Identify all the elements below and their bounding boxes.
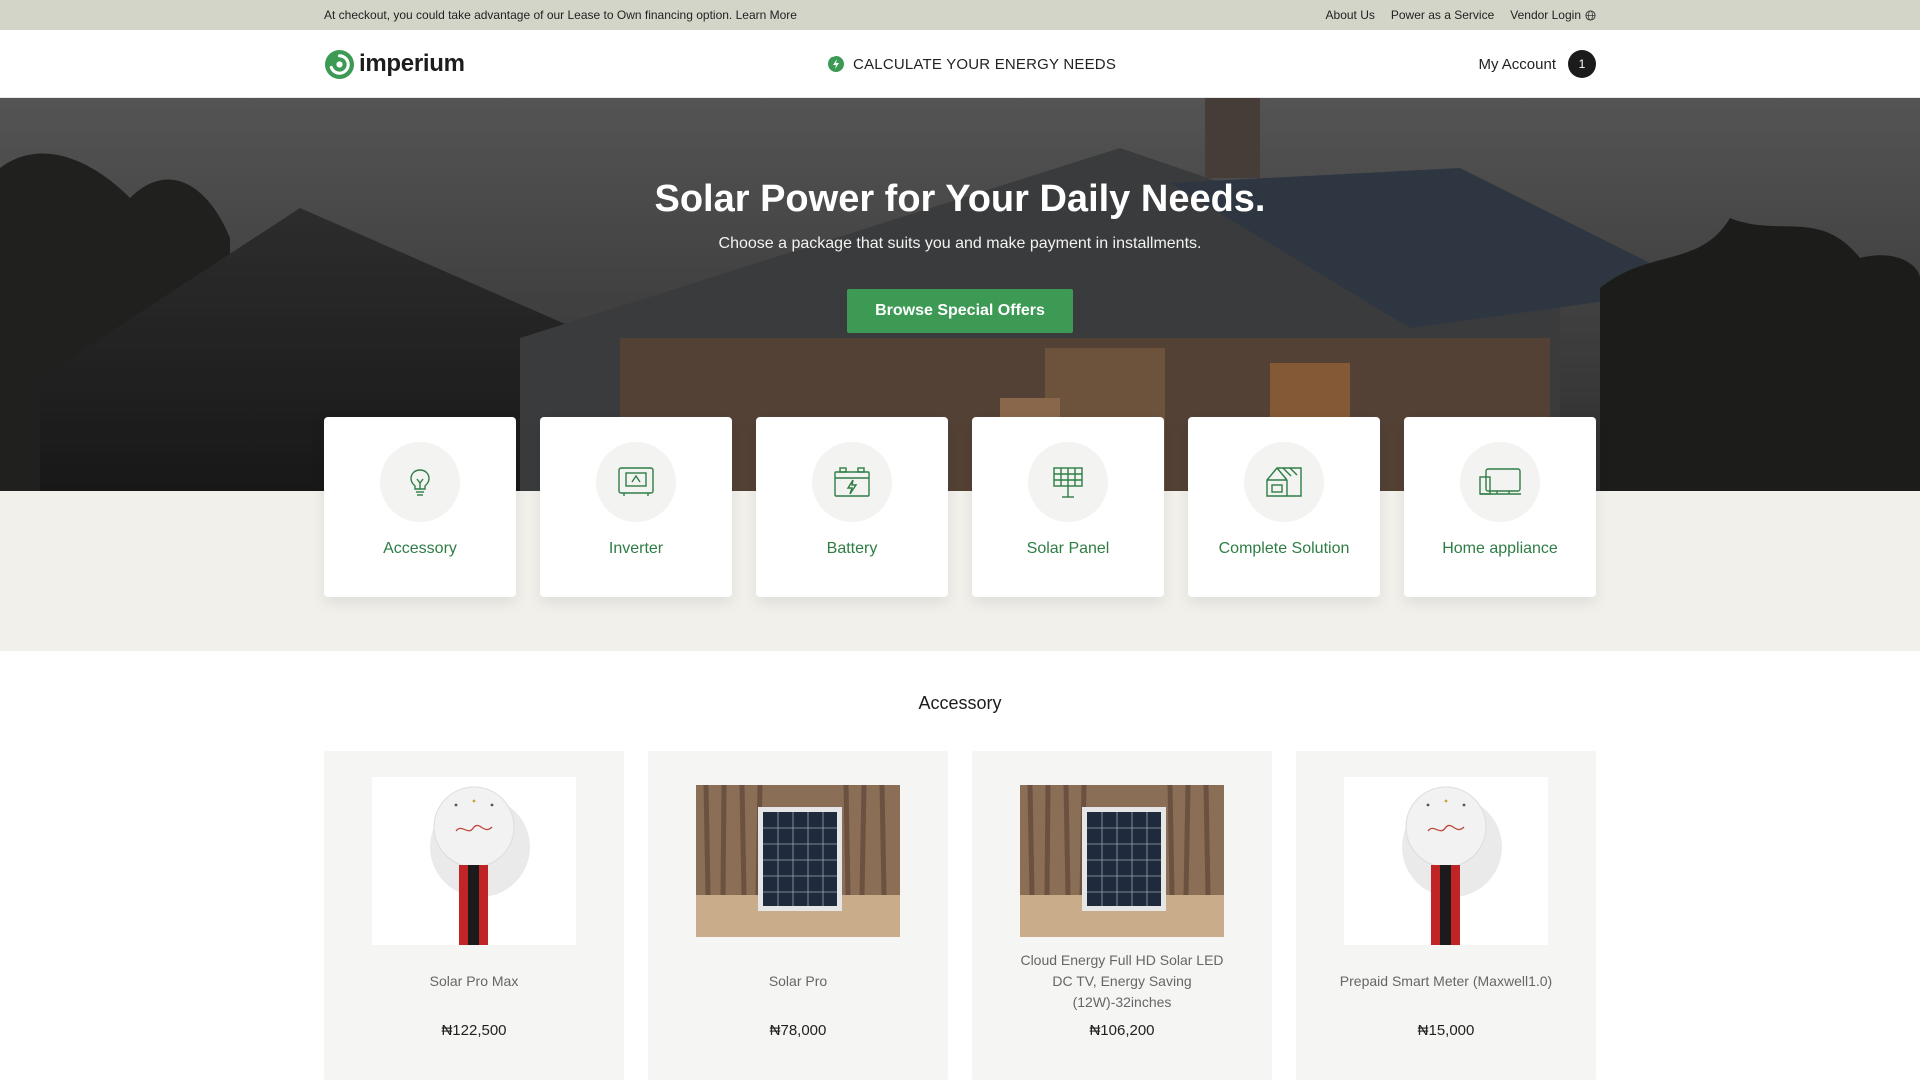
product-image[interactable] xyxy=(372,777,576,945)
logo-mark-icon xyxy=(324,49,355,79)
about-us-link[interactable]: About Us xyxy=(1326,8,1375,22)
product-card[interactable]: Prepaid Smart Meter (Maxwell1.0) ₦15,000 xyxy=(1296,751,1596,1080)
house-solar-icon xyxy=(1266,467,1302,497)
category-icon-circle xyxy=(380,442,460,522)
category-card-complete-solution[interactable]: Complete Solution xyxy=(1188,417,1380,597)
solar-panel-photo xyxy=(1020,785,1224,937)
category-label: Battery xyxy=(826,540,878,557)
site-header: imperium CALCULATE YOUR ENERGY NEEDS My … xyxy=(0,30,1920,98)
product-image[interactable] xyxy=(696,777,900,945)
browse-special-offers-button[interactable]: Browse Special Offers xyxy=(847,289,1073,333)
lightbulb-icon xyxy=(410,469,430,496)
tv-appliance-icon xyxy=(1479,468,1521,495)
account-area: My Account 1 xyxy=(1478,50,1596,78)
category-label: Complete Solution xyxy=(1218,540,1350,557)
product-image[interactable] xyxy=(1344,777,1548,945)
product-price: ₦106,200 xyxy=(1089,1022,1155,1039)
product-card[interactable]: Solar Pro Max ₦122,500 xyxy=(324,751,624,1080)
category-icon-circle xyxy=(1244,442,1324,522)
product-card[interactable]: Solar Pro ₦78,000 xyxy=(648,751,948,1080)
category-card-battery[interactable]: Battery xyxy=(756,417,948,597)
category-card-solar-panel[interactable]: Solar Panel xyxy=(972,417,1164,597)
solar-panel-photo xyxy=(696,785,900,937)
hero-title: Solar Power for Your Daily Needs. xyxy=(654,178,1266,220)
category-label: Home appliance xyxy=(1442,540,1558,557)
product-price: ₦15,000 xyxy=(1417,1022,1475,1039)
category-list: Accessory Inverter Battery Solar Panel C… xyxy=(324,417,1596,597)
product-card[interactable]: Cloud Energy Full HD Solar LED DC TV, En… xyxy=(972,751,1272,1080)
category-card-accessory[interactable]: Accessory xyxy=(324,417,516,597)
vendor-login-link[interactable]: Vendor Login xyxy=(1510,8,1596,22)
cart-count-badge[interactable]: 1 xyxy=(1568,50,1596,78)
section-title: Accessory xyxy=(918,693,1002,713)
product-grid: Solar Pro Max ₦122,500 Solar Pro ₦78,000… xyxy=(324,751,1596,1080)
product-image[interactable] xyxy=(1020,777,1224,945)
power-as-a-service-link[interactable]: Power as a Service xyxy=(1391,8,1494,22)
vendor-login-label[interactable]: Vendor Login xyxy=(1510,8,1581,22)
product-price: ₦122,500 xyxy=(441,1022,507,1039)
topbar-links: About Us Power as a Service Vendor Login xyxy=(1326,8,1596,22)
hero-subtitle: Choose a package that suits you and make… xyxy=(718,235,1202,252)
product-price: ₦78,000 xyxy=(769,1022,827,1039)
inverter-icon xyxy=(618,467,654,496)
lightning-icon xyxy=(828,56,845,72)
brand-name: imperium xyxy=(359,50,465,77)
product-name[interactable]: Cloud Energy Full HD Solar LED DC TV, En… xyxy=(1012,945,1232,1017)
category-icon-circle xyxy=(1460,442,1540,522)
category-label: Inverter xyxy=(608,540,664,557)
solar-panel-icon xyxy=(1053,467,1083,498)
my-account-link[interactable]: My Account xyxy=(1478,56,1556,73)
announcement-bar: At checkout, you could take advantage of… xyxy=(0,0,1920,30)
category-label: Solar Panel xyxy=(1026,540,1110,557)
calculator-label: CALCULATE YOUR ENERGY NEEDS xyxy=(853,55,1117,73)
category-icon-circle xyxy=(596,442,676,522)
hero-content: Solar Power for Your Daily Needs. Choose… xyxy=(0,98,1920,333)
smart-switch-image xyxy=(372,777,576,945)
brand-logo[interactable]: imperium xyxy=(324,49,465,80)
category-card-home-appliance[interactable]: Home appliance xyxy=(1404,417,1596,597)
product-name[interactable]: Solar Pro Max xyxy=(364,945,584,1017)
category-card-inverter[interactable]: Inverter xyxy=(540,417,732,597)
category-label: Accessory xyxy=(383,540,457,557)
smart-switch-image xyxy=(1344,777,1548,945)
battery-icon xyxy=(834,467,870,497)
globe-icon xyxy=(1585,9,1596,21)
product-name[interactable]: Solar Pro xyxy=(688,945,908,1017)
category-icon-circle xyxy=(1028,442,1108,522)
announcement-text[interactable]: At checkout, you could take advantage of… xyxy=(324,8,797,22)
product-name[interactable]: Prepaid Smart Meter (Maxwell1.0) xyxy=(1336,945,1556,1017)
energy-calculator-link[interactable]: CALCULATE YOUR ENERGY NEEDS xyxy=(827,55,1116,73)
category-icon-circle xyxy=(812,442,892,522)
